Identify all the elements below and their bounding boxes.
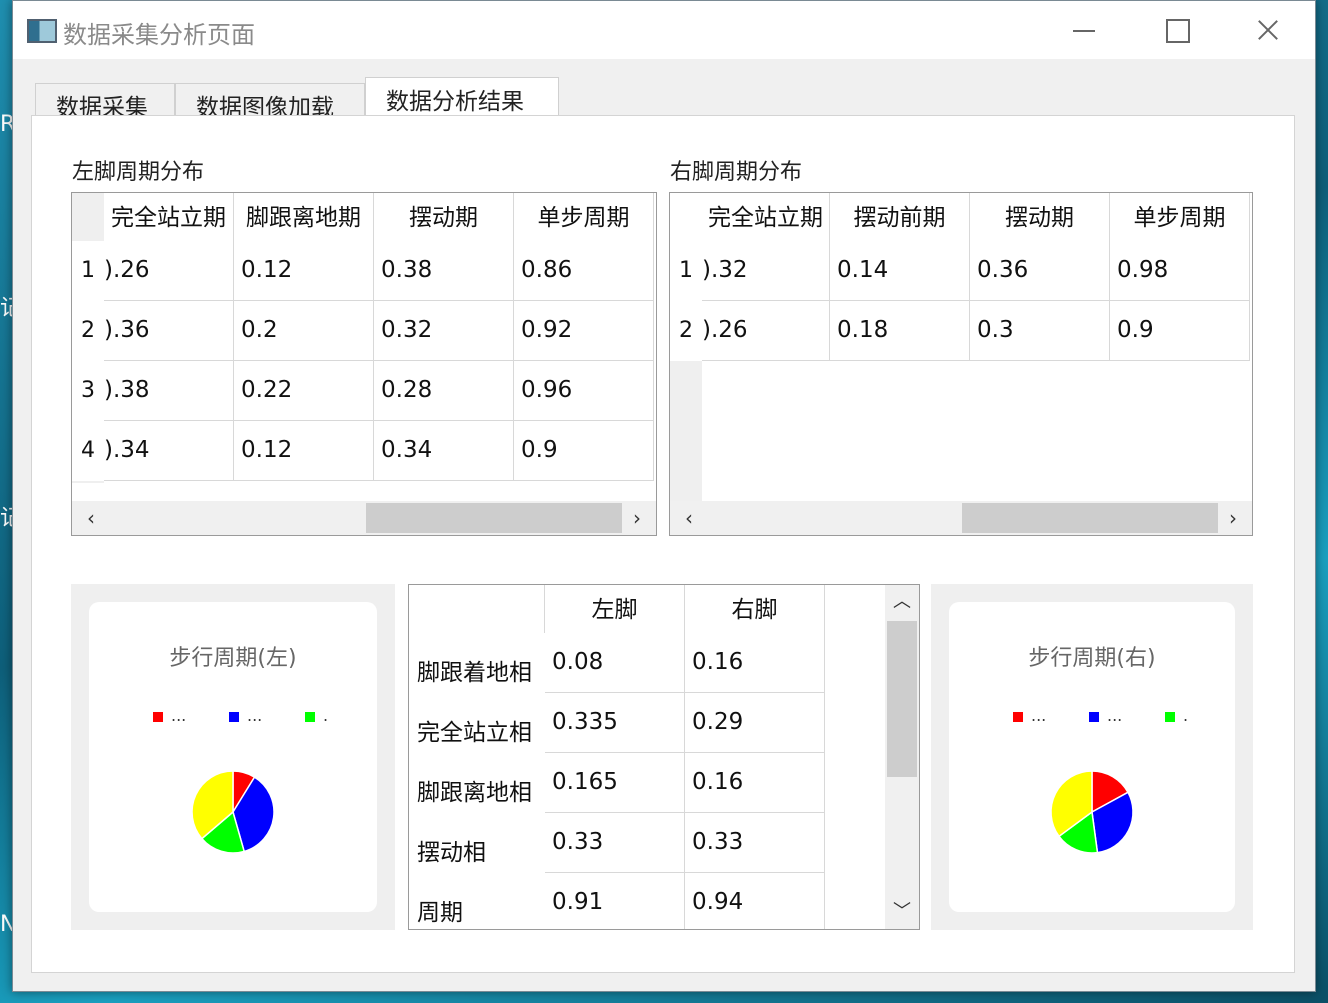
table-cell[interactable]: 0.12 <box>234 241 374 301</box>
column-header[interactable]: 左脚 <box>545 585 685 633</box>
table-cell[interactable]: 0.165 <box>545 753 685 813</box>
table-cell[interactable]: ).34 <box>104 421 234 481</box>
table-cell[interactable]: 0.335 <box>545 693 685 753</box>
scroll-up-arrow-icon[interactable]: ︿ <box>885 587 919 617</box>
corner-header <box>409 585 545 633</box>
table-cell[interactable]: 0.28 <box>374 361 514 421</box>
left-pie-chart-frame: 步行周期(左) ... ... . <box>71 584 395 930</box>
title-bar[interactable]: 数据采集分析页面 <box>13 1 1315 59</box>
tab-data-collection[interactable]: 数据采集 <box>35 83 175 121</box>
tab-analysis-results[interactable]: 数据分析结果 <box>365 77 559 117</box>
scroll-right-arrow-icon[interactable]: › <box>622 501 652 535</box>
window-title: 数据采集分析页面 <box>63 21 255 49</box>
scrollbar-thumb[interactable] <box>962 503 1218 533</box>
table-cell[interactable]: 0.36 <box>970 241 1110 301</box>
right-table-title: 右脚周期分布 <box>670 160 803 185</box>
app-icon <box>27 19 57 43</box>
row-label[interactable]: 脚跟着地相 <box>409 633 545 693</box>
table-cell[interactable]: 0.08 <box>545 633 685 693</box>
right-pie-chart: 步行周期(右) ... ... . <box>949 602 1235 912</box>
table-cell[interactable]: 0.12 <box>234 421 374 481</box>
scroll-right-arrow-icon[interactable]: › <box>1218 501 1248 535</box>
scroll-left-arrow-icon[interactable]: ‹ <box>76 501 106 535</box>
row-header-column <box>670 361 702 501</box>
column-header[interactable]: 摆动期 <box>374 193 514 243</box>
column-header[interactable]: 脚跟离地期 <box>234 193 374 243</box>
pie-svg <box>1050 770 1134 854</box>
table-cell[interactable]: 0.86 <box>514 241 654 301</box>
row-header[interactable]: 1 <box>72 241 104 301</box>
table-cell[interactable]: 0.9 <box>1110 301 1250 361</box>
row-header[interactable]: 2 <box>72 301 104 361</box>
table-cell[interactable]: ).26 <box>702 301 830 361</box>
row-label[interactable]: 摆动相 <box>409 813 545 873</box>
table-cell[interactable]: 0.34 <box>374 421 514 481</box>
row-label[interactable]: 周期 <box>409 873 545 929</box>
left-pie-chart: 步行周期(左) ... ... . <box>89 602 377 912</box>
table-cell[interactable]: 0.33 <box>545 813 685 873</box>
table-cell[interactable]: ).36 <box>104 301 234 361</box>
left-table-title: 左脚周期分布 <box>72 160 205 185</box>
table-cell[interactable]: 0.9 <box>514 421 654 481</box>
column-header[interactable]: 完全站立期 <box>702 193 830 243</box>
column-header[interactable]: 摆动期 <box>970 193 1110 243</box>
table-cell[interactable]: 0.98 <box>1110 241 1250 301</box>
table-cell[interactable]: 0.94 <box>685 873 825 929</box>
column-header[interactable]: 右脚 <box>685 585 825 633</box>
table-cell[interactable]: 0.16 <box>685 753 825 813</box>
table-cell[interactable]: 0.18 <box>830 301 970 361</box>
analysis-panel: 左脚周期分布 1 2 3 4 完全站立期 脚跟离地期 摆动期 单步周期 ).26… <box>31 115 1295 973</box>
column-header[interactable]: 单步周期 <box>514 193 654 243</box>
right-pie-chart-frame: 步行周期(右) ... ... . <box>931 584 1253 930</box>
maximize-button[interactable] <box>1153 9 1201 53</box>
table-cell[interactable]: 0.3 <box>970 301 1110 361</box>
minimize-button[interactable] <box>1061 9 1109 53</box>
row-header[interactable]: 2 <box>670 301 702 361</box>
table-cell[interactable]: ).38 <box>104 361 234 421</box>
row-header[interactable]: 1 <box>670 241 702 301</box>
horizontal-scrollbar[interactable]: ‹ › <box>72 501 656 535</box>
table-cell[interactable]: 0.96 <box>514 361 654 421</box>
horizontal-scrollbar[interactable]: ‹ › <box>670 501 1252 535</box>
scroll-left-arrow-icon[interactable]: ‹ <box>674 501 704 535</box>
scroll-down-arrow-icon[interactable]: ﹀ <box>885 897 919 927</box>
table-cell[interactable]: 0.92 <box>514 301 654 361</box>
column-header[interactable]: 单步周期 <box>1110 193 1250 243</box>
row-label[interactable]: 完全站立相 <box>409 693 545 753</box>
left-cycle-table: 1 2 3 4 完全站立期 脚跟离地期 摆动期 单步周期 ).26 0.12 0… <box>71 192 657 536</box>
table-cell[interactable]: 0.91 <box>545 873 685 929</box>
app-window: 数据采集分析页面 数据采集 数据图像加载 数据分析结果 左脚周期分布 1 2 3… <box>12 0 1316 992</box>
vertical-scrollbar[interactable]: ︿ ﹀ <box>885 585 919 929</box>
column-header[interactable]: 摆动前期 <box>830 193 970 243</box>
table-cell[interactable]: 0.32 <box>374 301 514 361</box>
table-cell[interactable]: 0.14 <box>830 241 970 301</box>
scrollbar-thumb[interactable] <box>887 621 917 777</box>
close-button[interactable] <box>1245 9 1293 53</box>
tab-image-loading[interactable]: 数据图像加载 <box>175 83 365 121</box>
table-cell[interactable]: ).26 <box>104 241 234 301</box>
row-header[interactable]: 3 <box>72 361 104 421</box>
table-cell[interactable]: 0.16 <box>685 633 825 693</box>
table-cell[interactable]: ).32 <box>702 241 830 301</box>
table-cell[interactable]: 0.38 <box>374 241 514 301</box>
table-cell[interactable]: 0.33 <box>685 813 825 873</box>
column-header[interactable]: 完全站立期 <box>104 193 234 243</box>
row-label[interactable]: 脚跟离地相 <box>409 753 545 813</box>
row-header[interactable]: 4 <box>72 421 104 481</box>
phase-summary-table: 左脚 右脚 脚跟着地相 0.08 0.16 完全站立相 0.335 0.29 脚… <box>408 584 920 930</box>
scrollbar-thumb[interactable] <box>366 503 622 533</box>
table-cell[interactable]: 0.22 <box>234 361 374 421</box>
pie-svg <box>191 770 275 854</box>
table-cell[interactable]: 0.29 <box>685 693 825 753</box>
right-cycle-table: 1 2 完全站立期 摆动前期 摆动期 单步周期 ).32 0.14 0.36 0… <box>669 192 1253 536</box>
table-cell[interactable]: 0.2 <box>234 301 374 361</box>
